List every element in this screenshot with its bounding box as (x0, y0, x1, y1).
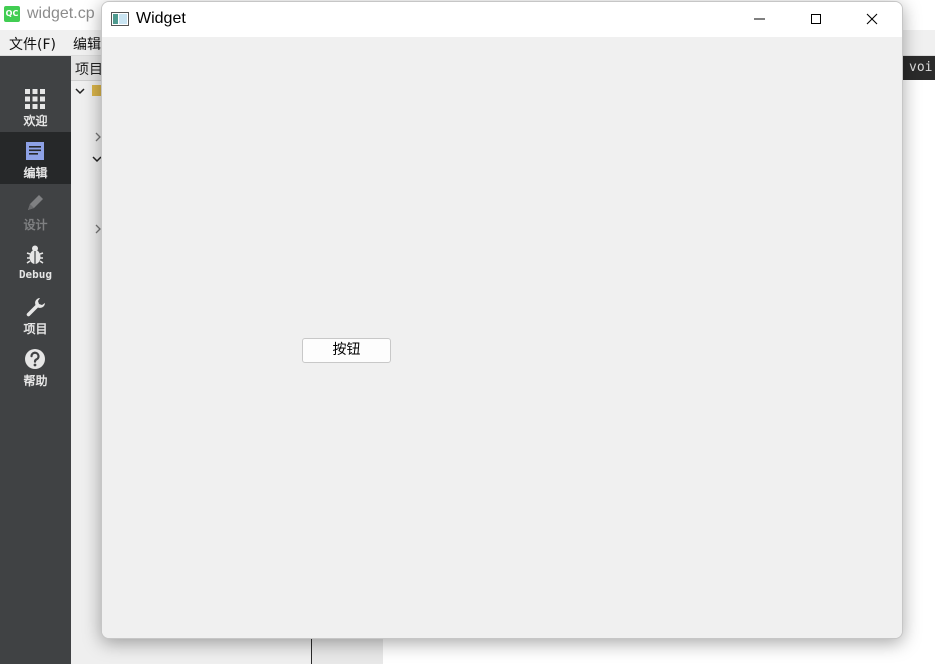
project-panel-title: 项目 (75, 62, 103, 78)
mode-label: 欢迎 (23, 114, 48, 128)
mode-label: Debug (18, 268, 53, 281)
menu-file[interactable]: 文件(F) (9, 34, 56, 54)
menu-edit[interactable]: 编辑 (73, 34, 101, 54)
maximize-icon (811, 14, 821, 24)
grid-icon (25, 89, 45, 109)
minimize-icon (754, 18, 765, 20)
help-icon (25, 349, 45, 369)
chevron-down-icon[interactable] (75, 86, 85, 96)
mode-label: 编辑 (23, 166, 48, 180)
mode-sidebar: 欢迎 编辑 设计 Debug 项目 帮助 (0, 56, 71, 664)
mode-welcome[interactable]: 欢迎 (0, 80, 71, 132)
document-icon (26, 142, 44, 160)
mode-label: 项目 (23, 322, 48, 336)
mode-label: 帮助 (23, 374, 48, 388)
mode-label: 设计 (23, 218, 48, 232)
window-icon (111, 12, 129, 26)
close-icon (866, 13, 878, 25)
mode-debug[interactable]: Debug (0, 236, 71, 288)
mode-edit[interactable]: 编辑 (0, 132, 71, 184)
bug-icon (26, 245, 44, 264)
pencil-icon (28, 195, 43, 210)
code-fragment: voi (909, 60, 933, 75)
widget-titlebar[interactable]: Widget (102, 2, 902, 37)
widget-window-title: Widget (136, 10, 186, 27)
qt-window-title: widget.cp (27, 5, 95, 22)
maximize-button[interactable] (788, 2, 844, 37)
mode-projects[interactable]: 项目 (0, 288, 71, 340)
wrench-icon (26, 298, 45, 317)
widget-client-area: 按钮 (102, 37, 902, 638)
mode-design[interactable]: 设计 (0, 184, 71, 236)
minimize-button[interactable] (732, 2, 788, 37)
push-button[interactable]: 按钮 (302, 338, 391, 363)
close-button[interactable] (844, 2, 900, 37)
mode-help[interactable]: 帮助 (0, 340, 71, 392)
widget-window: Widget 按钮 (101, 1, 903, 639)
qt-logo-icon: QC (4, 6, 20, 22)
